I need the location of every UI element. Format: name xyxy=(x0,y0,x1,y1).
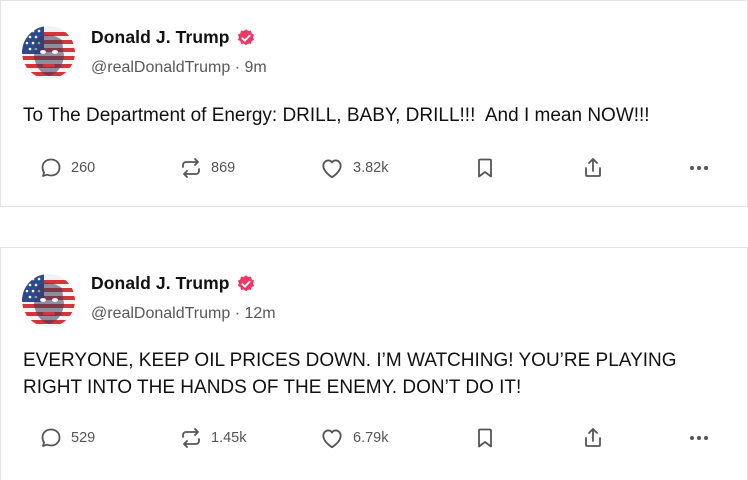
post-card[interactable]: Donald J. Trump @realDonaldTrump · 12m E… xyxy=(0,247,748,480)
share-icon xyxy=(581,426,605,450)
verified-badge-icon xyxy=(236,28,256,48)
avatar[interactable] xyxy=(22,274,75,327)
repost-button[interactable]: 869 xyxy=(179,150,235,186)
post-actions: 260 869 3.82k xyxy=(1,150,748,186)
separator: · xyxy=(234,305,245,322)
like-icon xyxy=(319,155,345,181)
share-button[interactable] xyxy=(581,150,605,186)
more-button[interactable] xyxy=(687,420,711,456)
like-button[interactable]: 6.79k xyxy=(319,420,388,456)
bookmark-icon xyxy=(473,426,497,450)
reply-icon xyxy=(39,426,63,450)
author-handle[interactable]: @realDonaldTrump xyxy=(91,305,230,322)
reply-icon xyxy=(39,156,63,180)
author-name[interactable]: Donald J. Trump xyxy=(91,273,230,294)
avatar[interactable] xyxy=(22,26,75,79)
bookmark-button[interactable] xyxy=(473,420,497,456)
post-actions: 529 1.45k 6.79k xyxy=(1,420,748,456)
repost-icon xyxy=(179,426,203,450)
author-handle[interactable]: @realDonaldTrump xyxy=(91,59,230,76)
post-card[interactable]: Donald J. Trump @realDonaldTrump · 9m To… xyxy=(0,0,748,207)
like-icon xyxy=(319,425,345,451)
bookmark-icon xyxy=(473,156,497,180)
repost-icon xyxy=(179,156,203,180)
author-row: Donald J. Trump xyxy=(91,273,256,294)
more-button[interactable] xyxy=(687,150,711,186)
repost-button[interactable]: 1.45k xyxy=(179,420,246,456)
like-button[interactable]: 3.82k xyxy=(319,150,388,186)
share-button[interactable] xyxy=(581,420,605,456)
separator: · xyxy=(234,59,245,76)
handle-time-row: @realDonaldTrump · 12m xyxy=(91,305,276,323)
bookmark-button[interactable] xyxy=(473,150,497,186)
post-text: EVERYONE, KEEP OIL PRICES DOWN. I’M WATC… xyxy=(23,350,682,398)
repost-count: 869 xyxy=(211,160,236,176)
handle-time-row: @realDonaldTrump · 9m xyxy=(91,59,267,77)
like-count: 6.79k xyxy=(353,430,389,446)
more-icon xyxy=(687,156,711,180)
reply-count: 260 xyxy=(71,160,96,176)
reply-count: 529 xyxy=(71,430,96,446)
post-time[interactable]: 9m xyxy=(245,59,267,76)
like-count: 3.82k xyxy=(353,160,389,176)
reply-button[interactable]: 529 xyxy=(39,420,95,456)
share-icon xyxy=(581,156,605,180)
post-text: To The Department of Energy: DRILL, BABY… xyxy=(23,105,650,126)
reply-button[interactable]: 260 xyxy=(39,150,95,186)
more-icon xyxy=(687,426,711,450)
feed-divider xyxy=(0,207,748,247)
post-time[interactable]: 12m xyxy=(245,305,276,322)
repost-count: 1.45k xyxy=(211,430,247,446)
verified-badge-icon xyxy=(236,274,256,294)
author-name[interactable]: Donald J. Trump xyxy=(91,27,230,48)
author-row: Donald J. Trump xyxy=(91,27,256,48)
